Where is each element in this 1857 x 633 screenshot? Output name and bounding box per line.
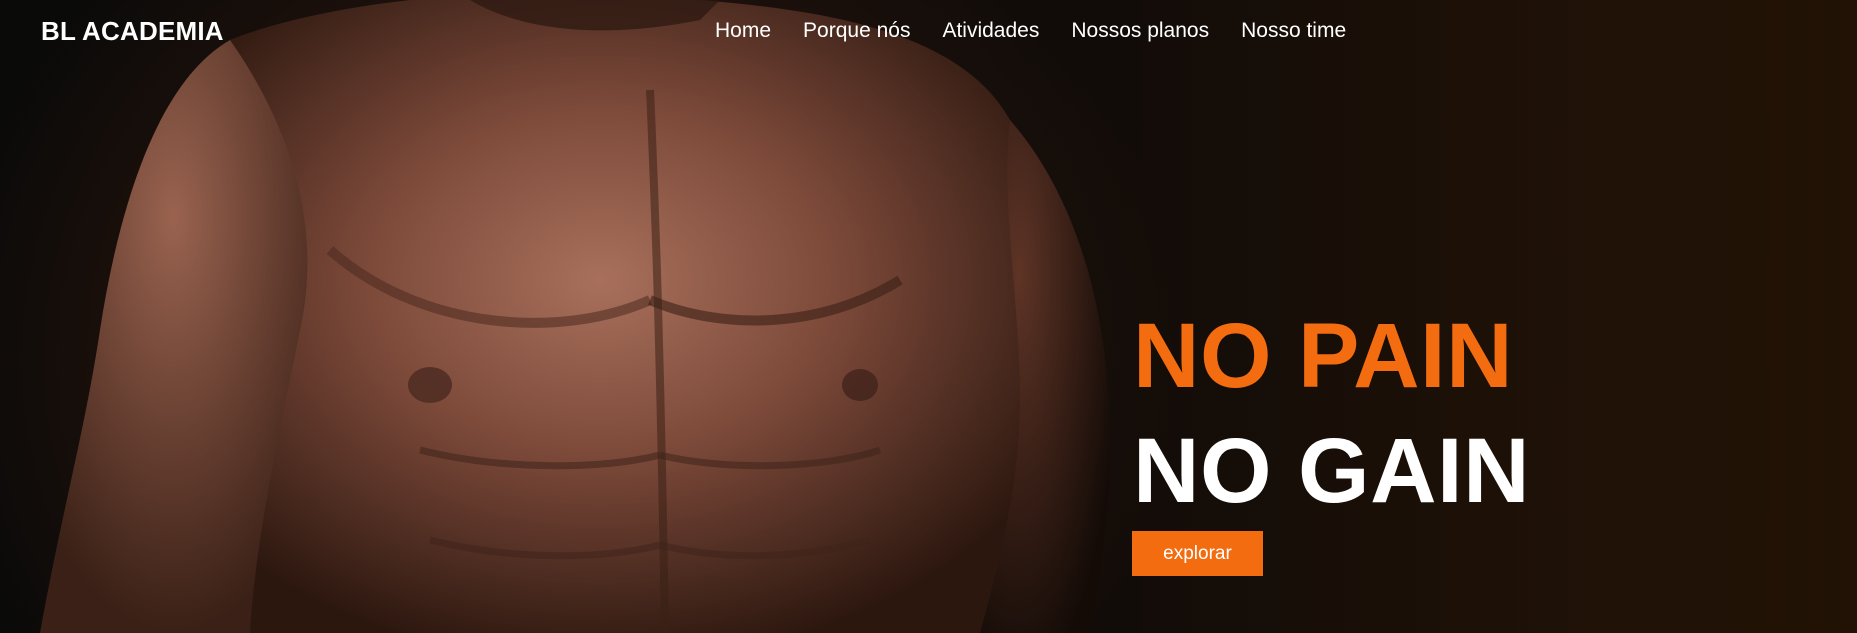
- headline-line-1: NO PAIN: [1133, 305, 1514, 407]
- headline-line-2: NO GAIN: [1133, 420, 1531, 522]
- main-nav: Home Porque nós Atividades Nossos planos…: [715, 19, 1346, 43]
- nav-link-home[interactable]: Home: [715, 19, 771, 43]
- hero-section: BL ACADEMIA Home Porque nós Atividades N…: [0, 0, 1857, 633]
- explore-button[interactable]: explorar: [1132, 531, 1263, 576]
- nav-link-atividades[interactable]: Atividades: [942, 19, 1039, 43]
- hero-headline: NO PAIN NO GAIN: [1133, 310, 1530, 517]
- brand-logo[interactable]: BL ACADEMIA: [41, 16, 224, 47]
- nav-link-porque-nos[interactable]: Porque nós: [803, 19, 910, 43]
- navbar: BL ACADEMIA Home Porque nós Atividades N…: [0, 0, 1857, 66]
- nav-link-nosso-time[interactable]: Nosso time: [1241, 19, 1346, 43]
- nav-link-nossos-planos[interactable]: Nossos planos: [1071, 19, 1209, 43]
